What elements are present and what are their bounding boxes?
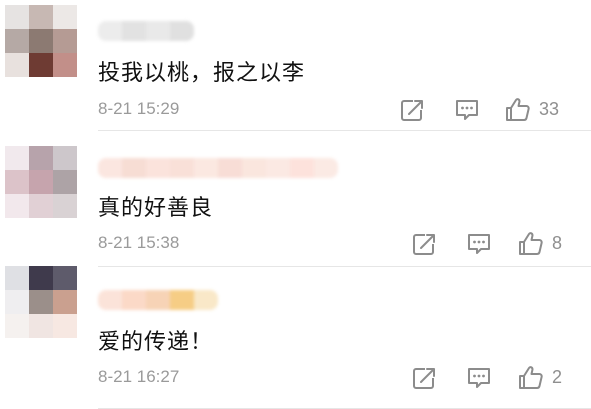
comment-icon — [454, 98, 480, 122]
avatar-pixel — [53, 53, 77, 77]
like-count: 33 — [539, 99, 560, 119]
comment-divider — [98, 266, 591, 267]
comment-timestamp: 8-21 15:29 — [98, 99, 180, 118]
like-count: 8 — [552, 233, 563, 253]
reply-button[interactable] — [466, 366, 492, 390]
avatar-pixel — [5, 314, 29, 338]
thumbs-up-icon — [518, 365, 544, 390]
avatar-pixel — [53, 146, 77, 170]
comment-timestamp: 8-21 15:38 — [98, 233, 180, 252]
username-blur-segment — [146, 158, 170, 178]
username-blur-segment — [170, 290, 194, 310]
avatar-pixel — [29, 194, 53, 218]
comment-text: 投我以桃，报之以李 — [98, 61, 306, 86]
username-blurred[interactable] — [98, 290, 218, 310]
avatar-pixel — [29, 314, 53, 338]
avatar-pixel — [29, 29, 53, 53]
avatar-pixel — [5, 170, 29, 194]
username-blur-segment — [98, 21, 122, 41]
avatar-pixel — [29, 266, 53, 290]
username-blur-segment — [194, 290, 218, 310]
username-blur-segment — [146, 21, 170, 41]
comment-icon — [466, 232, 492, 256]
repost-button[interactable] — [412, 232, 438, 256]
repost-button[interactable] — [400, 98, 426, 122]
reply-button[interactable] — [466, 232, 492, 256]
username-blurred[interactable] — [98, 21, 194, 41]
avatar-pixel — [29, 5, 53, 29]
avatar[interactable] — [5, 146, 77, 218]
username-blur-segment — [194, 158, 218, 178]
comment-text: 真的好善良 — [98, 196, 214, 221]
avatar-pixel — [53, 194, 77, 218]
avatar-pixel — [5, 53, 29, 77]
avatar-pixel — [29, 170, 53, 194]
username-blur-segment — [146, 290, 170, 310]
repost-icon — [412, 232, 438, 256]
avatar-pixel — [29, 290, 53, 314]
username-blur-segment — [98, 158, 122, 178]
avatar-pixel — [5, 194, 29, 218]
thumbs-up-icon — [505, 97, 531, 122]
thumbs-up-icon — [518, 231, 544, 256]
username-blur-segment — [290, 158, 314, 178]
like-button[interactable]: 8 — [518, 231, 562, 256]
avatar[interactable] — [5, 266, 77, 338]
comment-icon — [466, 366, 492, 390]
username-blurred[interactable] — [98, 158, 338, 178]
avatar-pixel — [53, 29, 77, 53]
avatar-pixel — [53, 266, 77, 290]
avatar[interactable] — [5, 5, 77, 77]
username-blur-segment — [98, 290, 122, 310]
comment-timestamp: 8-21 16:27 — [98, 367, 180, 386]
repost-icon — [400, 98, 426, 122]
username-blur-segment — [170, 158, 194, 178]
avatar-pixel — [53, 314, 77, 338]
username-blur-segment — [314, 158, 338, 178]
avatar-pixel — [5, 5, 29, 29]
comment-text: 爱的传递！ — [98, 330, 214, 355]
avatar-pixel — [5, 290, 29, 314]
username-blur-segment — [242, 158, 266, 178]
username-blur-segment — [266, 158, 290, 178]
like-button[interactable]: 33 — [505, 97, 559, 122]
username-blur-segment — [170, 21, 194, 41]
avatar-pixel — [53, 5, 77, 29]
avatar-pixel — [5, 146, 29, 170]
like-count: 2 — [552, 367, 563, 387]
username-blur-segment — [122, 158, 146, 178]
like-button[interactable]: 2 — [518, 365, 562, 390]
avatar-pixel — [5, 266, 29, 290]
reply-button[interactable] — [454, 98, 480, 122]
avatar-pixel — [53, 170, 77, 194]
avatar-pixel — [29, 146, 53, 170]
username-blur-segment — [122, 21, 146, 41]
avatar-pixel — [29, 53, 53, 77]
username-blur-segment — [218, 158, 242, 178]
comment-divider — [98, 130, 591, 131]
repost-button[interactable] — [412, 366, 438, 390]
username-blur-segment — [122, 290, 146, 310]
repost-icon — [412, 366, 438, 390]
avatar-pixel — [5, 29, 29, 53]
avatar-pixel — [53, 290, 77, 314]
